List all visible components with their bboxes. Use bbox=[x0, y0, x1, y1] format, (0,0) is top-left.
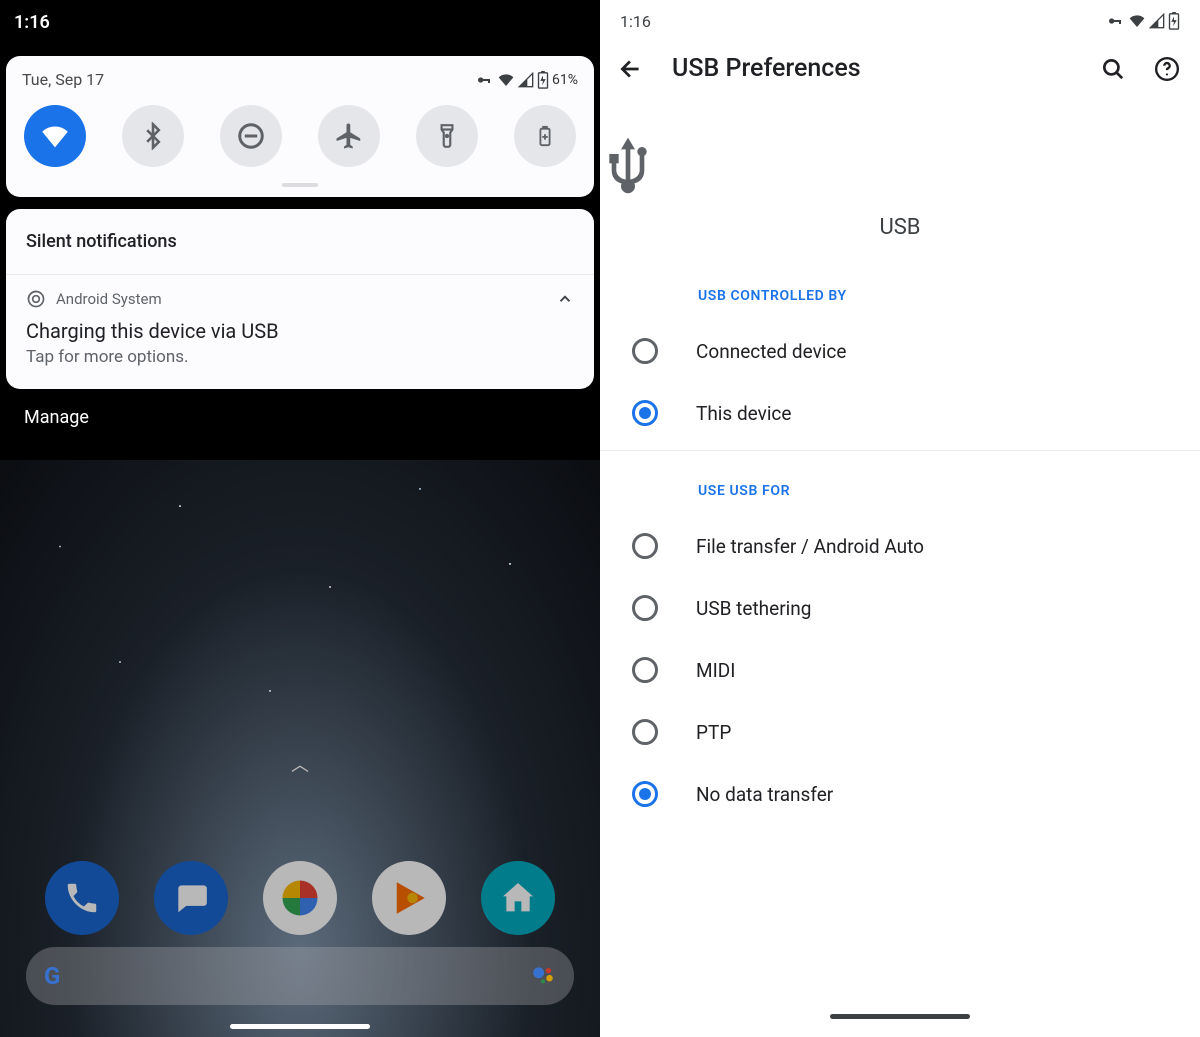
chevron-up-icon[interactable] bbox=[556, 290, 574, 308]
radio-label: No data transfer bbox=[696, 783, 833, 806]
radio-indicator bbox=[632, 719, 658, 745]
homescreen-caret-icon: ︿ bbox=[291, 751, 309, 777]
radio-option[interactable]: This device bbox=[600, 382, 1200, 444]
search-button[interactable] bbox=[1100, 56, 1126, 82]
cell-icon bbox=[1149, 13, 1165, 29]
qs-tile-battery-saver[interactable] bbox=[514, 105, 576, 167]
clock: 1:16 bbox=[620, 12, 651, 31]
radio-label: Connected device bbox=[696, 340, 846, 363]
phone-icon bbox=[63, 879, 101, 917]
photos-icon bbox=[279, 877, 321, 919]
radio-indicator bbox=[632, 400, 658, 426]
android-system-icon bbox=[26, 289, 46, 309]
battery-icon bbox=[537, 71, 549, 89]
cell-icon bbox=[518, 72, 534, 88]
notification-subtitle: Tap for more options. bbox=[26, 347, 574, 367]
radio-option[interactable]: MIDI bbox=[600, 639, 1200, 701]
wifi-icon bbox=[1128, 13, 1146, 29]
radio-label: MIDI bbox=[696, 659, 735, 682]
radio-option[interactable]: File transfer / Android Auto bbox=[600, 515, 1200, 577]
arrow-back-icon bbox=[618, 56, 644, 82]
flashlight-icon bbox=[434, 121, 460, 151]
qs-tile-flashlight[interactable] bbox=[416, 105, 478, 167]
bluetooth-icon bbox=[139, 122, 167, 150]
radio-indicator bbox=[632, 781, 658, 807]
qs-tile-airplane[interactable] bbox=[318, 105, 380, 167]
toolbar: USB Preferences bbox=[600, 42, 1200, 93]
quick-settings-panel[interactable]: Tue, Sep 17 61% bbox=[6, 56, 594, 197]
qs-tile-bluetooth[interactable] bbox=[122, 105, 184, 167]
back-button[interactable] bbox=[618, 56, 644, 82]
radio-indicator bbox=[632, 338, 658, 364]
silent-notifications-header: Silent notifications bbox=[6, 209, 594, 275]
nav-pill[interactable] bbox=[230, 1024, 370, 1029]
battery-saver-icon bbox=[534, 121, 556, 151]
notification-title: Charging this device via USB bbox=[26, 319, 574, 343]
usb-hero: USB bbox=[600, 133, 1200, 240]
qs-tile-wifi[interactable] bbox=[24, 105, 86, 167]
notification-app: Android System bbox=[56, 290, 162, 308]
radio-option[interactable]: PTP bbox=[600, 701, 1200, 763]
search-icon bbox=[1100, 56, 1126, 82]
silent-notifications-card: Silent notifications Android System Char… bbox=[6, 209, 594, 389]
wifi-icon bbox=[497, 72, 515, 88]
radio-label: This device bbox=[696, 402, 791, 425]
notification-item[interactable]: Android System Charging this device via … bbox=[6, 275, 594, 389]
airplane-icon bbox=[334, 121, 364, 151]
qs-status-icons: 61% bbox=[474, 71, 578, 89]
usb-sections: USB CONTROLLED BY Connected device This de… bbox=[600, 280, 1200, 825]
divider bbox=[600, 450, 1200, 451]
usb-label: USB bbox=[600, 215, 1200, 240]
section-header: USB CONTROLLED BY bbox=[600, 280, 1200, 320]
radio-option[interactable]: No data transfer bbox=[600, 763, 1200, 825]
dock bbox=[0, 861, 600, 935]
messages-icon bbox=[172, 879, 210, 917]
phone-left: 1:16 Tue, Sep 17 61% bbox=[0, 0, 600, 1037]
assistant-icon[interactable] bbox=[530, 963, 556, 989]
radio-option[interactable]: Connected device bbox=[600, 320, 1200, 382]
nav-pill[interactable] bbox=[830, 1014, 970, 1019]
usb-icon bbox=[600, 133, 656, 203]
search-bar[interactable]: G bbox=[26, 947, 574, 1005]
section-header: USE USB FOR bbox=[600, 475, 1200, 515]
dock-photos-app[interactable] bbox=[263, 861, 337, 935]
dock-messages-app[interactable] bbox=[154, 861, 228, 935]
radio-label: PTP bbox=[696, 721, 731, 744]
clock: 1:16 bbox=[14, 12, 50, 33]
qs-tile-dnd[interactable] bbox=[220, 105, 282, 167]
radio-indicator bbox=[632, 595, 658, 621]
radio-label: File transfer / Android Auto bbox=[696, 535, 924, 558]
play-music-icon bbox=[388, 877, 430, 919]
dnd-icon bbox=[236, 121, 266, 151]
google-logo-icon: G bbox=[44, 962, 60, 990]
qs-drag-handle[interactable] bbox=[282, 183, 318, 187]
phone-right: 1:16 USB Preferences USB USB CONTROLLED … bbox=[600, 0, 1200, 1037]
wifi-icon bbox=[38, 119, 72, 153]
dock-phone-app[interactable] bbox=[45, 861, 119, 935]
qs-date: Tue, Sep 17 bbox=[22, 70, 104, 89]
radio-label: USB tethering bbox=[696, 597, 811, 620]
qs-tiles bbox=[22, 105, 578, 173]
vpn-key-icon bbox=[474, 72, 494, 88]
dock-play-music-app[interactable] bbox=[372, 861, 446, 935]
dock-home-app[interactable] bbox=[481, 861, 555, 935]
radio-indicator bbox=[632, 533, 658, 559]
battery-pct: 61% bbox=[552, 72, 578, 88]
vpn-key-icon bbox=[1105, 13, 1125, 29]
help-button[interactable] bbox=[1154, 56, 1180, 82]
statusbar-left: 1:16 bbox=[0, 0, 600, 44]
manage-button[interactable]: Manage bbox=[0, 389, 600, 438]
home-icon bbox=[498, 878, 538, 918]
radio-option[interactable]: USB tethering bbox=[600, 577, 1200, 639]
page-title: USB Preferences bbox=[672, 54, 1072, 83]
statusbar-right: 1:16 bbox=[600, 0, 1200, 42]
help-icon bbox=[1154, 56, 1180, 82]
radio-indicator bbox=[632, 657, 658, 683]
battery-icon bbox=[1168, 12, 1180, 30]
